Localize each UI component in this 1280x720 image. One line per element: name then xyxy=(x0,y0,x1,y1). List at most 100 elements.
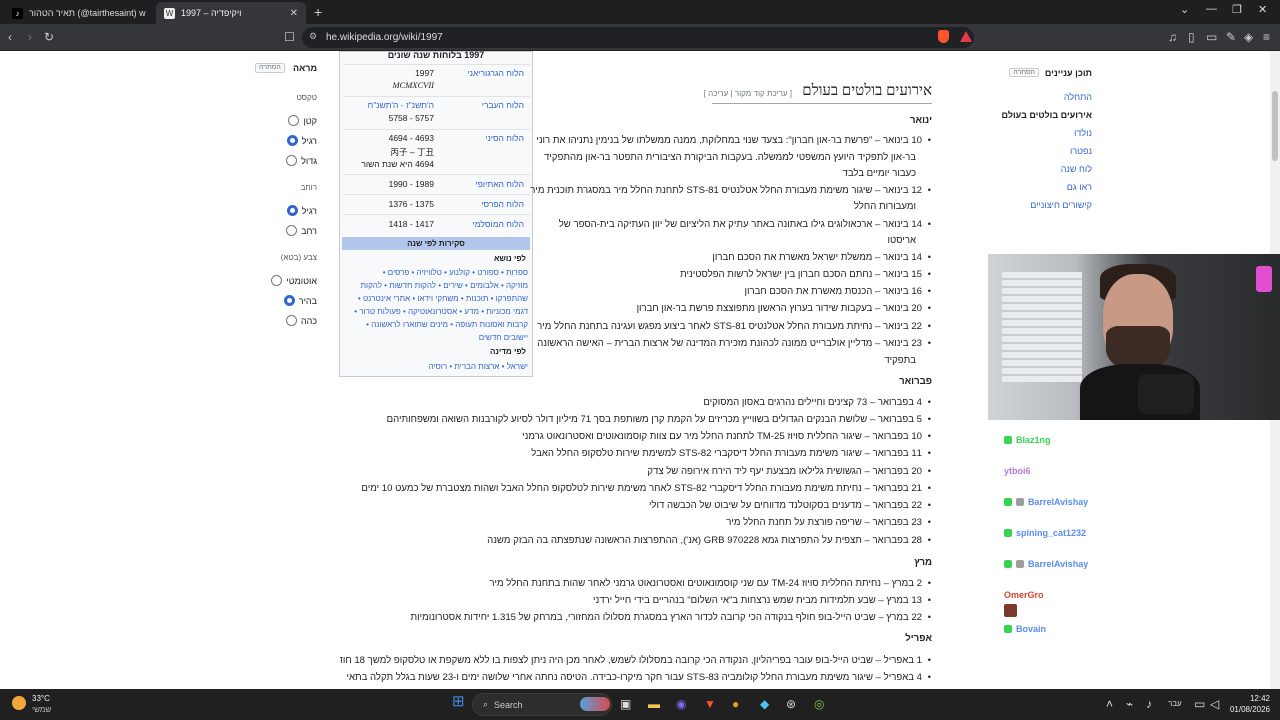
start-icon[interactable]: ⊞ xyxy=(452,694,465,709)
discord-icon[interactable]: ◉ xyxy=(676,697,686,711)
steam-icon[interactable]: ⊛ xyxy=(786,697,796,711)
color-label: צבע (בטא) xyxy=(280,253,317,262)
clock-time[interactable]: 12:42 xyxy=(1228,694,1270,703)
event-item: 23 בינואר – מדליין אולברייט ממונה לכהונת… xyxy=(340,338,932,349)
color-option-dark[interactable]: כהה xyxy=(285,315,317,326)
volume-icon[interactable]: ◁ xyxy=(1210,697,1219,711)
close-tab-icon[interactable]: ✕ xyxy=(290,8,298,19)
minimize-button[interactable]: — xyxy=(1206,3,1217,15)
microphone-icon[interactable]: ♪ xyxy=(1146,697,1152,711)
chat-username: Blaz1ng xyxy=(1004,435,1051,445)
app-icon[interactable]: ◆ xyxy=(760,697,769,711)
radio-auto[interactable] xyxy=(271,275,283,286)
display-icon[interactable]: ▭ xyxy=(1194,697,1205,711)
text-option-standard[interactable]: רגיל xyxy=(286,135,317,146)
chat-emote xyxy=(1004,604,1017,617)
sidebar-icon[interactable]: ▯ xyxy=(1188,30,1195,44)
menu-icon[interactable]: ≡ xyxy=(1263,30,1270,44)
media-icon[interactable]: ♫ xyxy=(1168,30,1177,44)
chat-username: BarrelAvishay xyxy=(1004,497,1088,507)
event-item: 20 בפברואר – הגשושית גלילאו מבצעת יעף לי… xyxy=(340,466,932,477)
infobox-row-hebrew: הלוח העברי ה'תשנ"ז - ה'תשנ"ח xyxy=(344,100,530,114)
event-item: 22 במרץ – שביט הייל-בופ חולף בנקודה הכי … xyxy=(340,612,932,623)
chat-user-name: spining_cat1232 xyxy=(1016,528,1087,538)
scrollbar-thumb[interactable] xyxy=(1272,91,1278,161)
toc-item-calendar[interactable]: לוח שנה xyxy=(1061,164,1092,174)
tab-search-icon[interactable]: ⌄ xyxy=(1180,3,1189,16)
url-text: he.wikipedia.org/wiki/1997 xyxy=(326,32,443,43)
radio-small[interactable] xyxy=(288,115,300,126)
calendar-link[interactable]: הלוח הגרגוריאני xyxy=(467,68,524,78)
text-option-small[interactable]: קטן xyxy=(288,115,317,126)
option-label: קטן xyxy=(303,115,317,126)
option-label: רגיל xyxy=(301,135,317,146)
appearance-hide-button[interactable]: הסתרה xyxy=(255,63,285,73)
weather-icon[interactable] xyxy=(12,696,26,710)
maximize-button[interactable]: ❐ xyxy=(1232,3,1242,16)
clock-date[interactable]: 01/08/2026 xyxy=(1228,705,1270,714)
calendar-value: 1997 xyxy=(415,68,434,78)
chrome-icon[interactable]: ◎ xyxy=(814,697,824,711)
address-bar[interactable]: ⚙ he.wikipedia.org/wiki/1997 xyxy=(302,27,974,48)
event-item: 15 בינואר – נחתם הסכם חברון בין ישראל לר… xyxy=(340,269,932,280)
width-label: רוחב xyxy=(300,183,317,192)
toc-item-events[interactable]: אירועים בולטים בעולם xyxy=(1002,110,1092,120)
event-item: 14 בינואר – ממשלת ישראל מאשרת את הסכם חב… xyxy=(340,252,932,263)
back-icon[interactable]: ‹ xyxy=(8,30,12,44)
tab-tiktok[interactable]: ♪ תאיר הטהור (@tairthesaint) with os xyxy=(4,2,154,24)
reload-icon[interactable]: ↻ xyxy=(44,30,54,44)
option-label: גדול xyxy=(301,155,317,166)
calendar-value[interactable]: ה'תשנ"ז - ה'תשנ"ח xyxy=(368,100,434,110)
color-option-light[interactable]: בהיר xyxy=(283,295,317,306)
event-item-cont: בר-און לתפקיד היועץ המשפטי לממשלה. בעקבו… xyxy=(544,152,916,163)
edit-section-link[interactable]: [ עריכת קוד מקור | עריכה ] xyxy=(704,89,792,98)
event-item: 14 בינואר – ארכאולוגים גילו באתונה באתר … xyxy=(340,219,932,230)
tab-wikipedia[interactable]: W 1997 – ויקיפדיה ✕ xyxy=(156,2,306,24)
close-window-button[interactable]: ✕ xyxy=(1258,3,1267,16)
event-item-cont: בתפקיד xyxy=(884,355,916,366)
toc-hide-button[interactable]: הסתרה xyxy=(1009,68,1039,77)
bookmark-icon[interactable]: ☐ xyxy=(284,30,295,44)
calendar-link[interactable]: הלוח העברי xyxy=(482,100,524,110)
month-heading-april: אפריל xyxy=(905,633,932,644)
event-item: 10 בינואר – "פרשת בר-און חברון": בצעד שנ… xyxy=(340,135,932,146)
tray-chevron-icon[interactable]: ˄ xyxy=(1106,697,1113,711)
new-tab-button[interactable]: + xyxy=(314,4,322,20)
color-option-auto[interactable]: אוטומטי xyxy=(271,275,317,286)
task-view-icon[interactable]: ▣ xyxy=(620,697,631,711)
wallet-icon[interactable]: ▭ xyxy=(1206,30,1217,44)
calendar-value: MCMXCVII xyxy=(392,80,434,90)
toc-item-external-links[interactable]: קישורים חיצוניים xyxy=(1030,200,1092,210)
text-size-label: טקסט xyxy=(296,93,317,102)
radio-width-wide[interactable] xyxy=(286,225,298,236)
radio-light[interactable] xyxy=(283,295,295,306)
radio-dark[interactable] xyxy=(285,315,297,326)
chat-user-name: Blaz1ng xyxy=(1016,435,1051,445)
file-explorer-icon[interactable]: ▬ xyxy=(648,697,660,711)
event-item: 13 במרץ – שבע תלמידות מבית שמש נרצחות ב"… xyxy=(340,595,932,606)
brave-rewards-icon[interactable] xyxy=(960,31,972,42)
toc-item-births[interactable]: נולדו xyxy=(1074,128,1092,138)
brave-browser-icon[interactable]: ▼ xyxy=(704,697,716,711)
forward-icon[interactable]: › xyxy=(28,30,32,44)
toc-item-deaths[interactable]: נפטרו xyxy=(1070,146,1092,156)
toc-item-see-also[interactable]: ראו גם xyxy=(1067,182,1092,192)
site-info-icon[interactable]: ⚙ xyxy=(309,31,317,42)
width-option-wide[interactable]: רחב xyxy=(286,225,317,236)
radio-large[interactable] xyxy=(286,155,298,166)
tab-title: תאיר הטהור (@tairthesaint) with os xyxy=(29,8,146,18)
microphone xyxy=(1138,374,1194,414)
network-icon[interactable]: ⌁ xyxy=(1126,697,1133,711)
brave-shields-icon[interactable] xyxy=(938,30,949,43)
extensions-icon[interactable]: ✎ xyxy=(1226,30,1236,44)
obs-icon[interactable]: ● xyxy=(732,697,739,711)
text-option-large[interactable]: גדול xyxy=(286,155,317,166)
radio-width-standard[interactable] xyxy=(286,205,298,216)
language-indicator[interactable]: עבר xyxy=(1168,699,1182,708)
vpn-icon[interactable]: ◈ xyxy=(1244,30,1253,44)
chat-user-name: Bovain xyxy=(1016,624,1047,634)
toc-item-top[interactable]: התחלה xyxy=(1064,92,1092,102)
chat-user-name: BarrelAvishay xyxy=(1028,497,1089,507)
width-option-standard[interactable]: רגיל xyxy=(286,205,317,216)
radio-standard[interactable] xyxy=(286,135,298,146)
